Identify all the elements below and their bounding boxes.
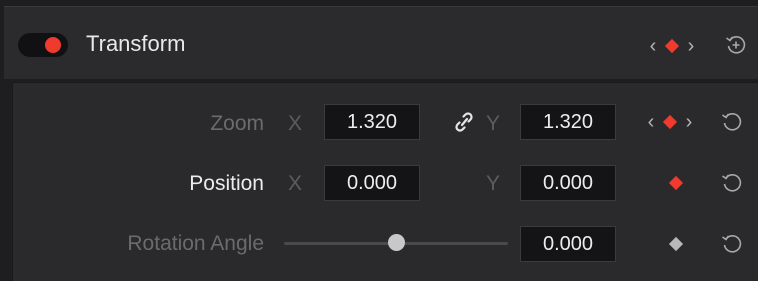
zoom-keyframe-controls: ‹ ›	[646, 109, 694, 135]
diamond-keyframe-icon[interactable]	[662, 114, 678, 130]
reset-icon[interactable]	[720, 232, 744, 256]
rotation-angle-label: Rotation Angle	[127, 232, 264, 255]
zoom-x-axis-label: X	[288, 112, 303, 135]
chevron-left-icon[interactable]: ‹	[648, 33, 658, 59]
toggle-knob	[45, 37, 61, 53]
section-title: Transform	[86, 31, 186, 56]
rotation-angle-field[interactable]: 0.000	[520, 226, 616, 262]
diamond-keyframe-icon[interactable]	[668, 236, 684, 252]
transform-enable-toggle[interactable]	[18, 33, 68, 57]
position-keyframe-controls	[668, 170, 684, 196]
inspector-panel: Transform ‹ › Zoom X 1.320 Y 1.320 ‹ › P…	[0, 0, 758, 281]
zoom-y-axis-label: Y	[486, 112, 501, 135]
diamond-keyframe-icon[interactable]	[668, 175, 684, 191]
header-keyframe-controls: ‹ ›	[648, 33, 696, 59]
position-y-axis-label: Y	[486, 172, 501, 195]
reset-icon[interactable]	[720, 171, 744, 195]
position-label: Position	[189, 172, 264, 195]
add-reset-icon[interactable]	[724, 33, 748, 57]
chevron-left-icon[interactable]: ‹	[646, 109, 656, 135]
reset-icon[interactable]	[720, 110, 744, 134]
position-x-field[interactable]: 0.000	[324, 165, 420, 201]
transform-header[interactable]: Transform ‹ ›	[4, 6, 758, 79]
diamond-keyframe-icon[interactable]	[664, 38, 680, 54]
zoom-label: Zoom	[210, 112, 264, 135]
rotation-slider-handle[interactable]	[388, 234, 405, 251]
zoom-x-field[interactable]: 1.320	[324, 104, 420, 140]
link-icon[interactable]	[452, 110, 476, 134]
position-x-axis-label: X	[288, 172, 303, 195]
position-y-field[interactable]: 0.000	[520, 165, 616, 201]
zoom-y-field[interactable]: 1.320	[520, 104, 616, 140]
chevron-right-icon[interactable]: ›	[684, 109, 694, 135]
chevron-right-icon[interactable]: ›	[686, 33, 696, 59]
rotation-keyframe-controls	[668, 231, 684, 257]
